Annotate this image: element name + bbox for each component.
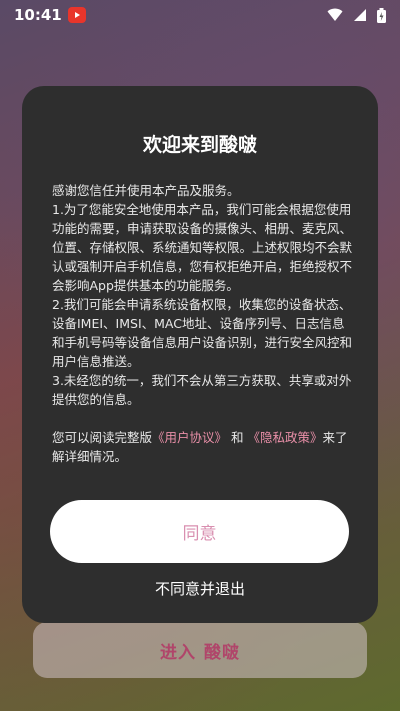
- privacy-dialog: 欢迎来到酸啵 感谢您信任并使用本产品及服务。 1.为了您能安全地使用本产品，我们…: [22, 86, 378, 623]
- wifi-icon: [327, 8, 343, 21]
- intro-text: 感谢您信任并使用本产品及服务。: [52, 183, 240, 198]
- decline-exit-button[interactable]: 不同意并退出: [22, 578, 378, 599]
- permission-item-3: 3.未经您的统一，我们不会从第三方获取、共享或对外提供您的信息。: [52, 373, 352, 407]
- app-notification-icon: [67, 7, 86, 23]
- read-more-text: 您可以阅读完整版《用户协议》 和 《隐私政策》来了解详细情况。: [52, 428, 352, 466]
- user-agreement-link[interactable]: 《用户协议》: [152, 430, 227, 445]
- status-bar: 10:41: [0, 0, 400, 30]
- enter-label-part2: 酸啵: [204, 642, 240, 663]
- privacy-policy-link[interactable]: 《隐私政策》: [248, 430, 323, 445]
- read-prefix: 您可以阅读完整版: [52, 430, 153, 445]
- permission-item-1: 1.为了您能安全地使用本产品，我们可能会根据您使用功能的需要，申请获取设备的摄像…: [52, 202, 353, 293]
- enter-label-part1: 进入: [160, 642, 196, 663]
- signal-icon: [354, 9, 366, 21]
- permission-item-2: 2.我们可能会申请系统设备权限，收集您的设备状态、设备IMEI、IMSI、MAC…: [52, 297, 353, 369]
- battery-icon: [377, 7, 386, 23]
- status-time: 10:41: [14, 6, 62, 24]
- dialog-body: 感谢您信任并使用本产品及服务。 1.为了您能安全地使用本产品，我们可能会根据您使…: [52, 181, 352, 466]
- agree-button[interactable]: 同意: [50, 500, 349, 563]
- dialog-title: 欢迎来到酸啵: [142, 134, 257, 156]
- enter-app-button[interactable]: 进入 酸啵: [33, 622, 367, 678]
- read-and: 和: [231, 430, 244, 445]
